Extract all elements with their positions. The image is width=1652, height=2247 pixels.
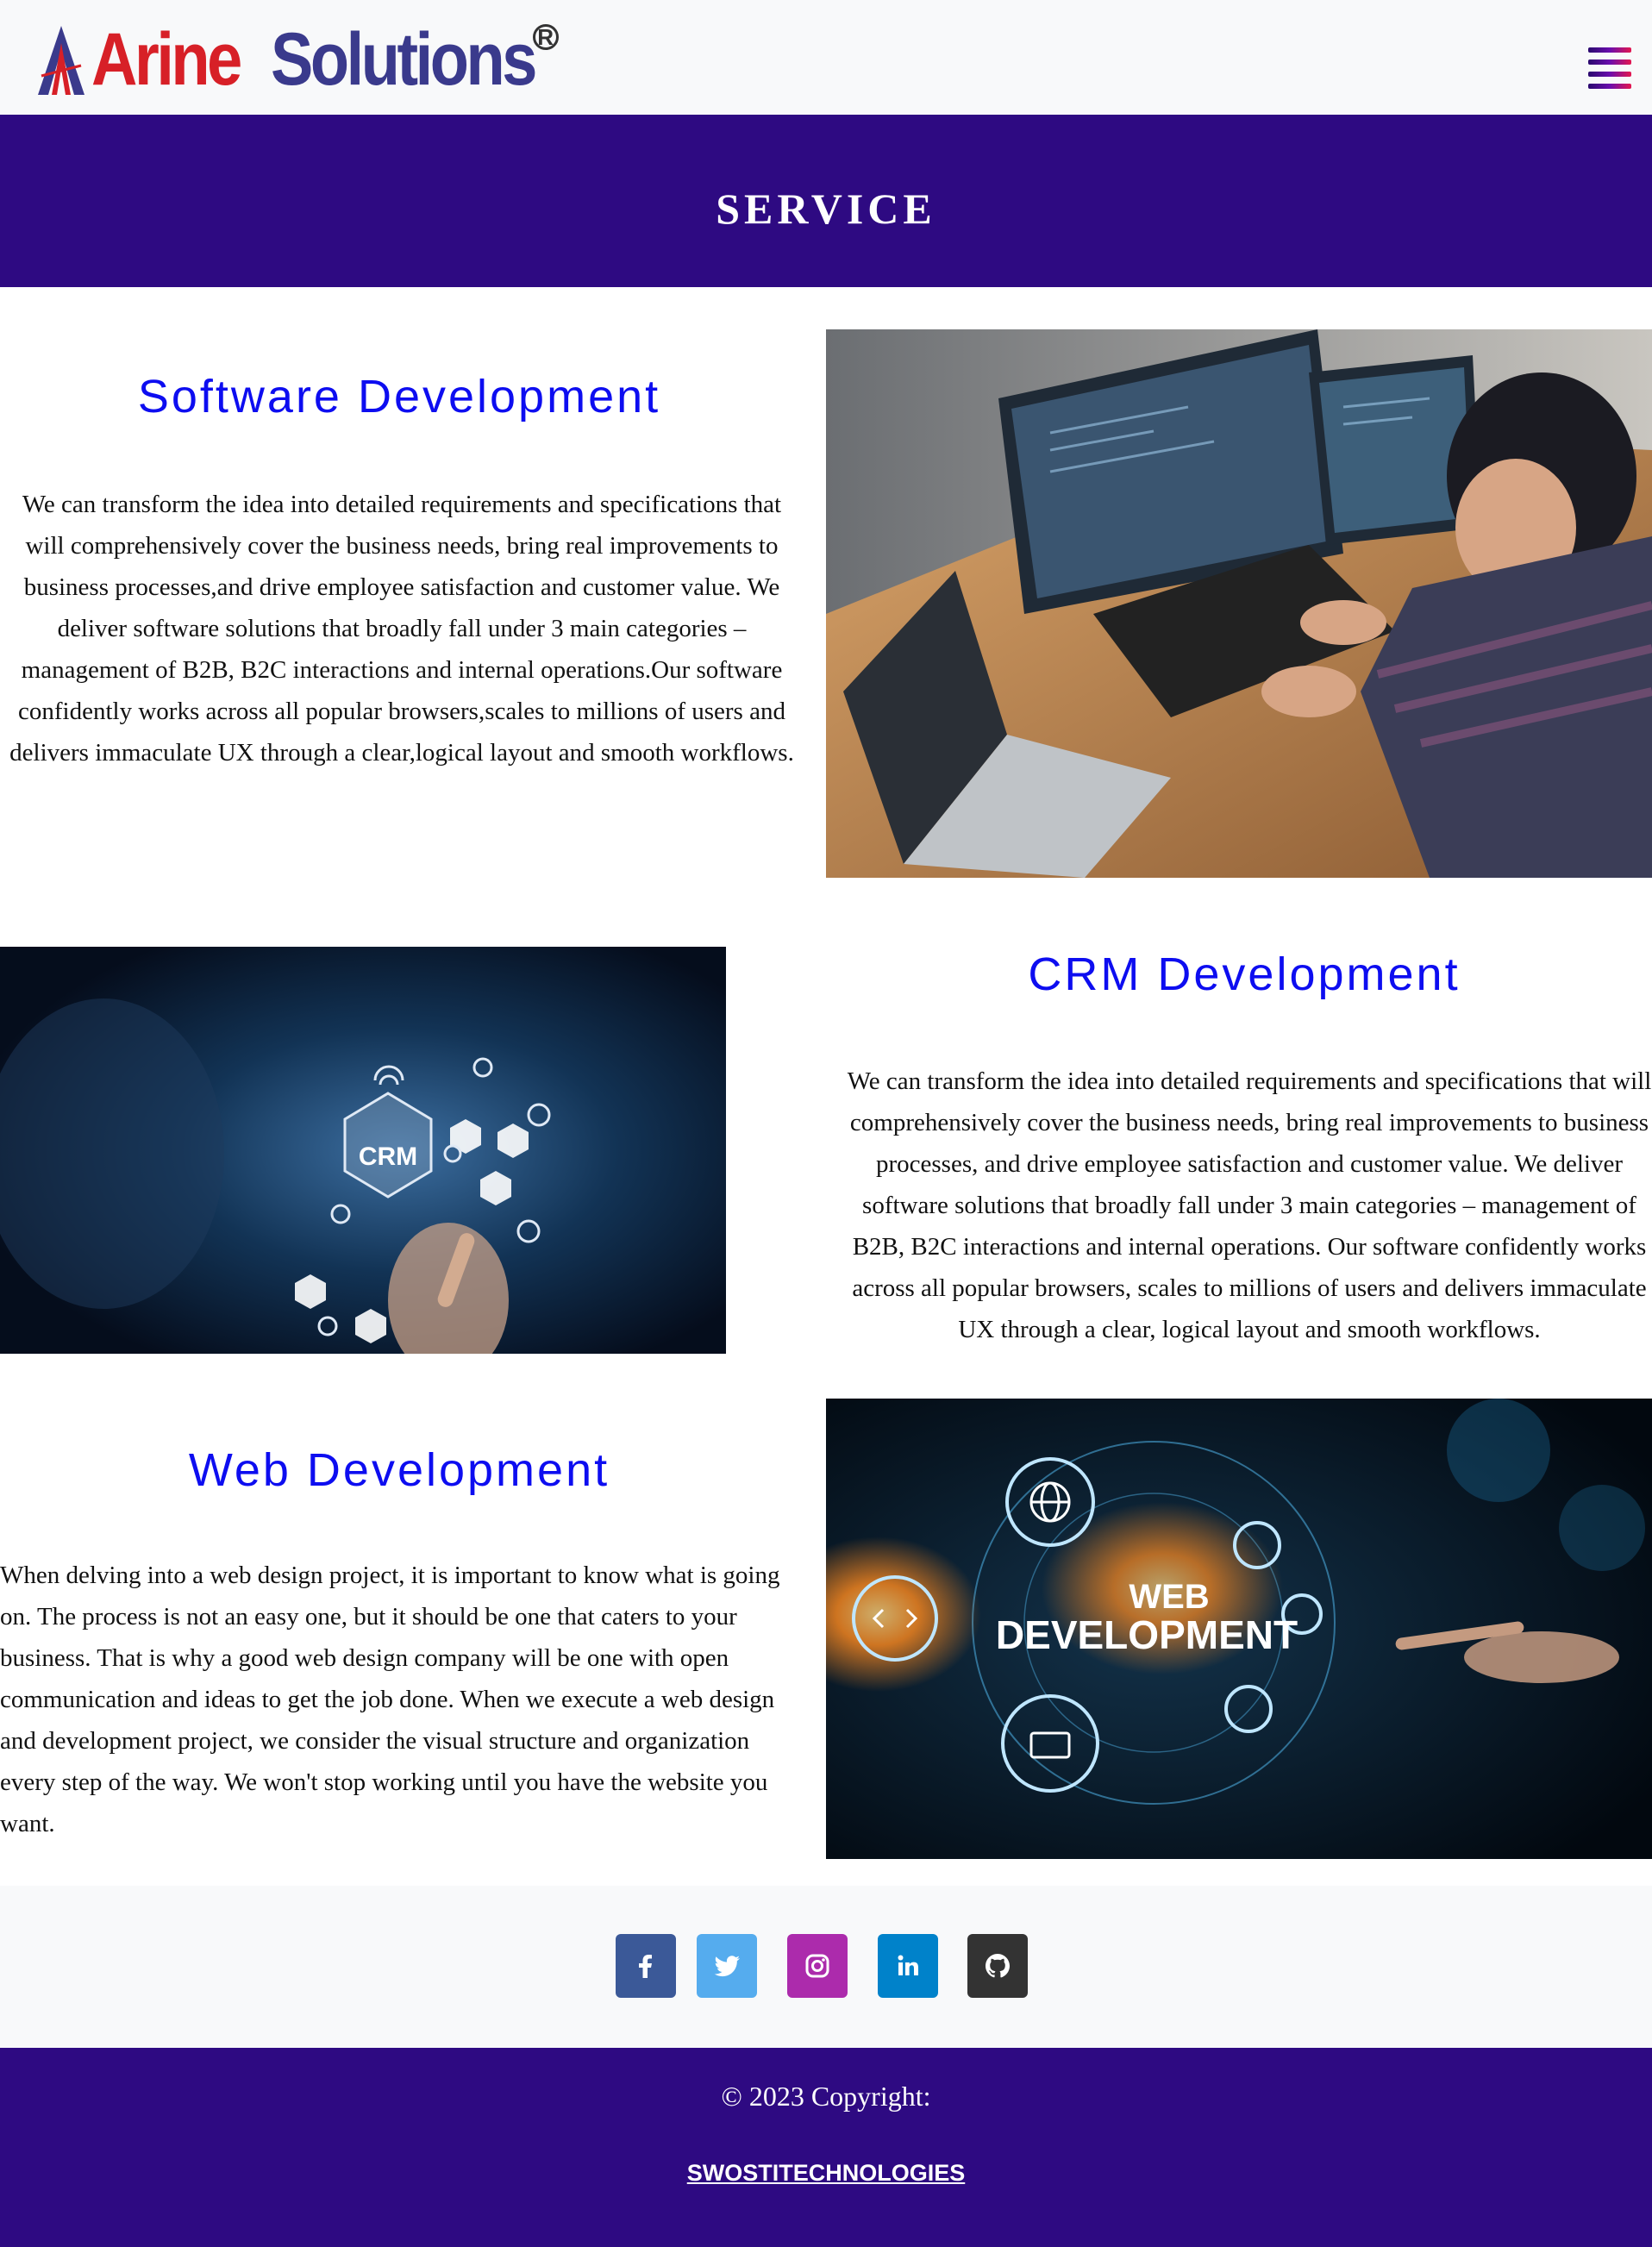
registered-mark: R [532, 24, 559, 50]
web-development-concept-photo: WEB DEVELOPMENT [826, 1399, 1652, 1859]
brand-name-second: Solutions [270, 18, 537, 101]
copyright-text: © 2023 Copyright: [721, 2081, 931, 2112]
instagram-button[interactable] [787, 1934, 848, 1998]
web-image-label-line1: WEB [1129, 1578, 1209, 1616]
page-title: SERVICE [716, 185, 936, 233]
software-development-text: We can transform the idea into detailed … [9, 491, 794, 767]
github-button[interactable] [967, 1934, 1028, 1998]
brand-mark-icon [38, 26, 84, 95]
software-development-title: Software Development [137, 371, 661, 422]
facebook-icon [639, 1955, 652, 1978]
instagram-icon [805, 1954, 829, 1978]
twitter-button[interactable] [697, 1934, 757, 1998]
company-link[interactable]: SWOSTITECHNOLOGIES [0, 2156, 1652, 2190]
developer-coding-photo [826, 329, 1652, 878]
web-development-title: Web Development [188, 1444, 610, 1496]
linkedin-button[interactable] [878, 1934, 938, 1998]
web-development-text: When delving into a web design project, … [0, 1562, 780, 1837]
crm-development-title: CRM Development [1028, 948, 1461, 1000]
linkedin-icon [898, 1955, 918, 1975]
crm-development-text: We can transform the idea into detailed … [847, 1067, 1652, 1343]
brand-name-first: Arine [91, 18, 242, 101]
twitter-icon [714, 1956, 740, 1977]
facebook-button[interactable] [616, 1934, 676, 1998]
crm-image-label: CRM [359, 1142, 417, 1171]
hamburger-menu-icon[interactable] [1588, 47, 1631, 96]
crm-concept-photo: CRM [0, 947, 726, 1354]
navbar: Arine Solutions R [0, 0, 1652, 115]
web-image-label-line2: DEVELOPMENT [996, 1612, 1298, 1657]
github-icon [986, 1954, 1010, 1978]
brand-logo[interactable]: Arine Solutions R [36, 19, 559, 97]
